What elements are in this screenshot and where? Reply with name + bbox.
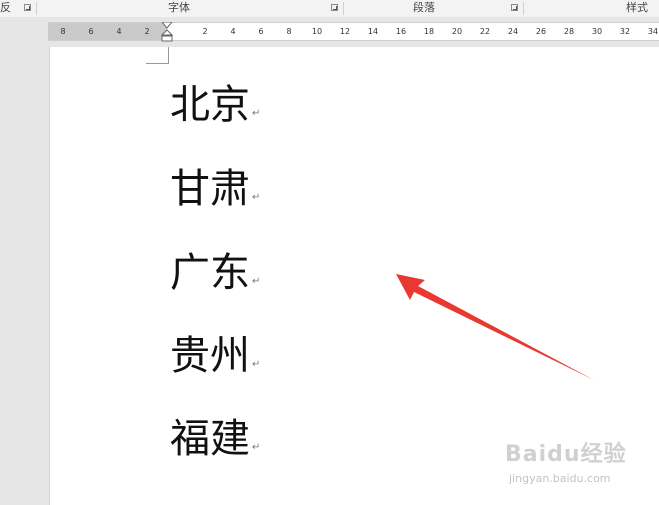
ruler-tick-label: 10 (311, 27, 323, 36)
ribbon-group-strip: 反 字体 段落 样式 (0, 0, 659, 18)
ruler-tick-label: 6 (258, 27, 264, 36)
paragraph-mark-icon: ↵ (252, 359, 261, 370)
ruler-tick-label: 22 (479, 27, 491, 36)
ruler-tick-label: 16 (395, 27, 407, 36)
document-line[interactable]: 北京 ↵ (170, 80, 260, 130)
ribbon-group-clipboard-label: 反 (0, 1, 11, 14)
paragraph-mark-icon: ↵ (252, 192, 261, 203)
paragraph-mark-icon: ↵ (252, 108, 261, 119)
document-line[interactable]: 甘肃 ↵ (170, 164, 260, 214)
margin-corner-mark (146, 47, 169, 64)
ruler-tick-label: 30 (591, 27, 603, 36)
left-margin-strip (0, 47, 50, 505)
paragraph-mark-icon: ↵ (252, 442, 261, 453)
ruler-tick-label: 28 (563, 27, 575, 36)
indent-marker-icon[interactable] (161, 22, 173, 42)
ruler-tick-label: 6 (88, 27, 94, 36)
line-text: 贵州 (170, 333, 250, 379)
ruler-tick-label: 8 (60, 27, 66, 36)
ruler-tick-label: 2 (202, 27, 208, 36)
group-separator (523, 2, 524, 15)
horizontal-ruler[interactable]: 8 6 4 2 2 4 6 8 10 12 14 16 18 20 22 24 26 28 30 32 34 (48, 22, 659, 42)
ruler-tick-label: 26 (535, 27, 547, 36)
ruler-tick-label: 18 (423, 27, 435, 36)
font-dialog-launcher-icon[interactable] (331, 4, 338, 11)
line-text: 福建 (170, 416, 250, 462)
document-line[interactable]: 贵州 ↵ (170, 331, 260, 381)
ribbon-group-paragraph-label: 段落 (413, 1, 435, 14)
paragraph-dialog-launcher-icon[interactable] (511, 4, 518, 11)
clipboard-dialog-launcher-icon[interactable] (24, 4, 31, 11)
document-line[interactable]: 福建 ↵ (170, 414, 260, 464)
ruler-tick-label: 12 (339, 27, 351, 36)
ribbon-group-styles-label: 样式 (626, 1, 648, 14)
ruler-tick-label: 4 (116, 27, 122, 36)
ruler-tick-label: 8 (286, 27, 292, 36)
document-line[interactable]: 广东 ↵ (170, 248, 260, 298)
ruler-tick-label: 20 (451, 27, 463, 36)
group-separator (36, 2, 37, 15)
line-text: 甘肃 (170, 166, 250, 212)
red-arrow-icon (396, 274, 594, 380)
line-text: 广东 (170, 250, 250, 296)
ruler-tick-label: 32 (619, 27, 631, 36)
baidu-watermark: Baidu经验 jingyan.baidu.com (505, 436, 655, 498)
baidu-logo-icon: Baidu经验 (505, 442, 627, 467)
ribbon-group-font-label: 字体 (168, 1, 190, 14)
ruler-tick-label: 14 (367, 27, 379, 36)
line-text: 北京 (170, 82, 250, 128)
ruler-tick-label: 34 (647, 27, 659, 36)
ruler-tick-label: 24 (507, 27, 519, 36)
ruler-tick-label: 4 (230, 27, 236, 36)
group-separator (343, 2, 344, 15)
watermark-url: jingyan.baidu.com (509, 472, 611, 485)
ruler-tick-label: 2 (144, 27, 150, 36)
paragraph-mark-icon: ↵ (252, 276, 261, 287)
